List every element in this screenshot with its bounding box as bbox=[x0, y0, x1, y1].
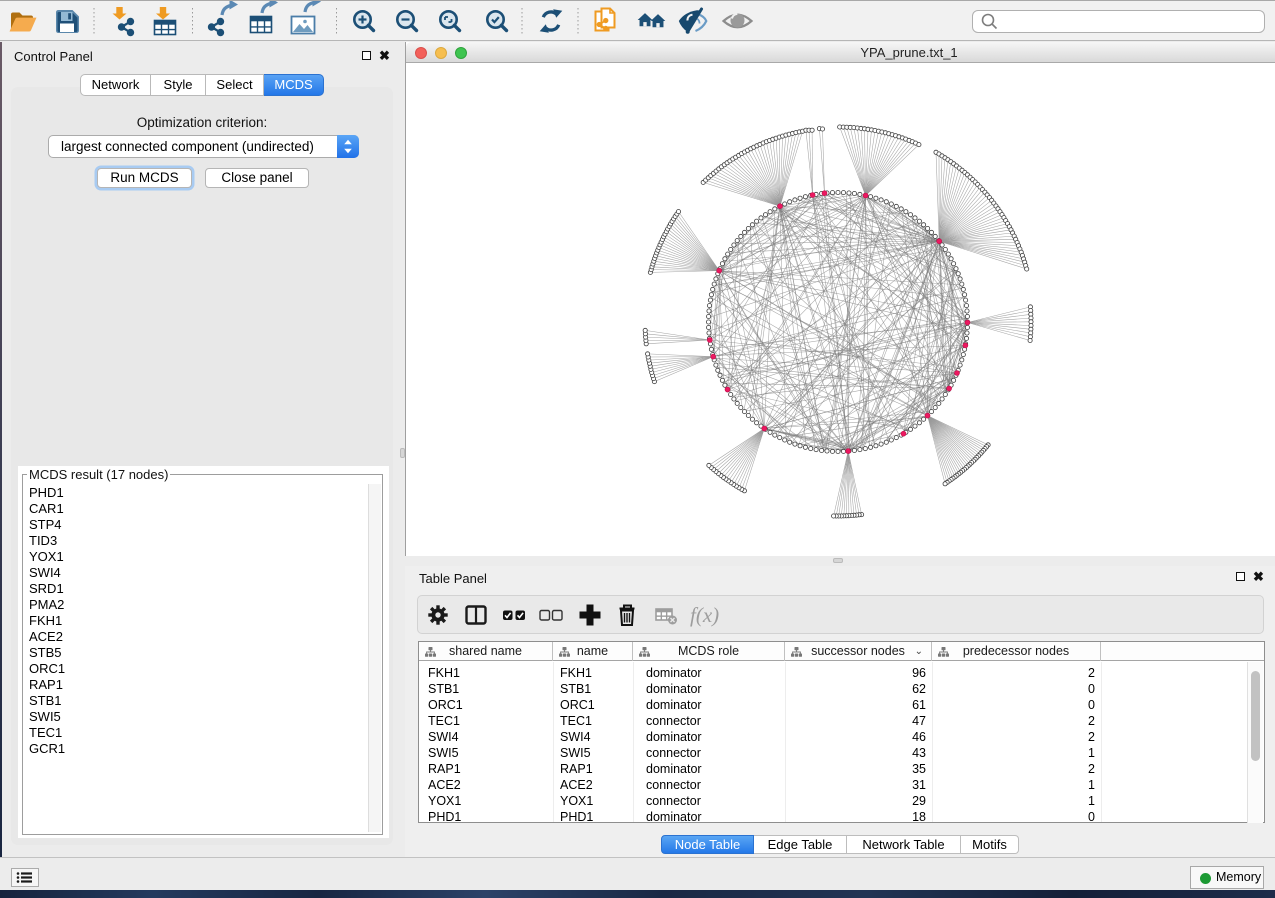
svg-text:f(x): f(x) bbox=[690, 603, 719, 627]
